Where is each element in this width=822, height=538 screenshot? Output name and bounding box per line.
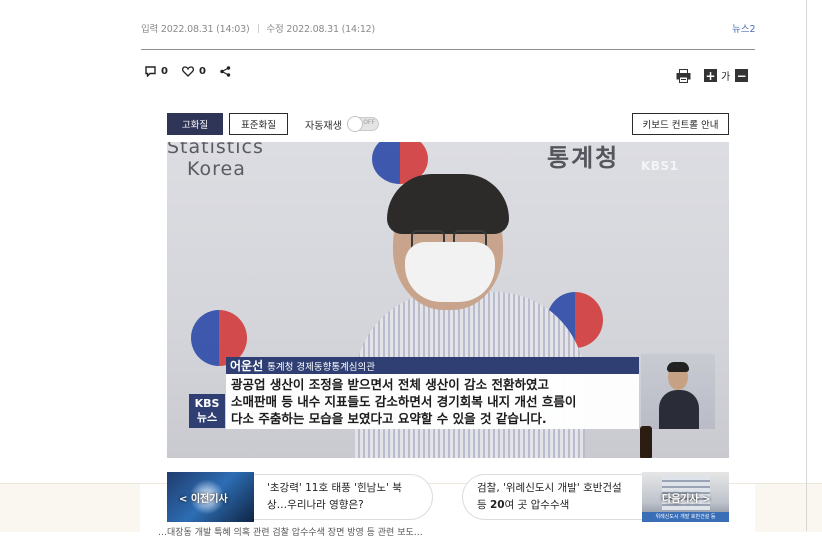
kbs-news-logo-top: KBS xyxy=(194,397,220,410)
prev-article[interactable]: < 이전기사 '초강력' 11호 태풍 '힌남노' 북상…우리나라 영향은? xyxy=(167,472,433,522)
comment-button[interactable]: 0 xyxy=(145,66,168,77)
heart-icon xyxy=(181,66,194,77)
next-article[interactable]: 검찰, '위례신도시 개발' 호반건설 등 20여 곳 압수수색 다음기사 > … xyxy=(462,472,729,522)
page-right-rule xyxy=(806,0,807,531)
broadcaster-logo: KBS1 xyxy=(641,159,679,173)
modified-date: 수정 2022.08.31 (14:12) xyxy=(266,24,376,35)
font-size-label: 가 xyxy=(721,72,731,83)
watermark-korea: Korea xyxy=(187,158,246,180)
prev-article-label: < 이전기사 xyxy=(179,494,228,505)
article-body-cut-text: …대장동 개발 특혜 의혹 관련 검찰 압수수색 장면 방영 등 관련 보도… xyxy=(158,528,423,538)
kbs-news-logo-bottom: 뉴스 xyxy=(196,411,218,424)
source-link[interactable]: 뉴스2 xyxy=(732,21,756,35)
speaker-mask xyxy=(405,242,495,302)
share-button[interactable] xyxy=(220,66,236,77)
next-article-title-box: 검찰, '위례신도시 개발' 호반건설 등 20여 곳 압수수색 xyxy=(462,474,642,520)
font-increase-button[interactable]: + xyxy=(704,69,717,82)
sign-language-interpreter xyxy=(641,354,715,429)
caption-name-bar: 어운선 통계청 경제동향통계심의관 xyxy=(226,357,639,374)
autoplay-toggle[interactable]: OFF xyxy=(346,116,379,132)
article-tools: + 가 − xyxy=(676,68,749,83)
comment-icon xyxy=(145,66,156,77)
like-button[interactable]: 0 xyxy=(181,66,206,77)
prev-article-title-box: '초강력' 11호 태풍 '힌남노' 북상…우리나라 영향은? xyxy=(254,474,433,520)
speaker-hair xyxy=(387,174,509,234)
toggle-knob xyxy=(346,116,363,132)
prev-article-title: '초강력' 11호 태풍 '힌남노' 북상…우리나라 영향은? xyxy=(267,482,402,511)
next-article-thumb-banner: 위례신도시 개발 호반건설 등 xyxy=(642,512,729,522)
video-player[interactable]: Statistics Korea 통계청 KBS1 어운선 통계청 경제동향통계… xyxy=(167,142,729,458)
meta-divider xyxy=(141,49,755,50)
comment-count: 0 xyxy=(161,66,168,77)
article-meta: 입력 2022.08.31 (14:03) 수정 2022.08.31 (14:1… xyxy=(141,21,375,35)
kbs-news-logo: KBS 뉴스 xyxy=(189,394,225,428)
watermark-agency: 통계청 xyxy=(547,144,620,172)
keyboard-help-button[interactable]: 키보드 컨트롤 안내 xyxy=(632,113,729,135)
water-bottle xyxy=(640,426,652,458)
next-article-title: 검찰, '위례신도시 개발' 호반건설 등 20여 곳 압수수색 xyxy=(477,482,622,511)
next-article-label: 다음기사 > xyxy=(662,494,711,505)
print-icon[interactable] xyxy=(676,68,691,83)
font-decrease-button[interactable]: − xyxy=(735,69,749,82)
caption-text: 광공업 생산이 조정을 받으면서 전체 생산이 감소 전환하였고 소매판매 등 … xyxy=(231,376,576,427)
player-controls: 고화질 표준화질 자동재생 OFF 키보드 컨트롤 안내 xyxy=(167,113,729,137)
speaker-title: 통계청 경제동향통계심의관 xyxy=(267,361,376,373)
watermark-statistics: Statistics xyxy=(167,142,264,158)
like-count: 0 xyxy=(198,66,206,77)
speaker-name: 어운선 xyxy=(230,359,264,373)
next-article-thumbnail: 다음기사 > 위례신도시 개발 호반건설 등 xyxy=(642,472,729,522)
prev-article-thumbnail: < 이전기사 xyxy=(167,472,254,522)
share-icon xyxy=(220,66,231,77)
autoplay-control: 자동재생 OFF xyxy=(305,113,379,135)
caption-line: 소매판매 등 내수 지표들도 감소하면서 경기회복 내지 개선 흐름이 xyxy=(231,394,577,409)
autoplay-state: OFF xyxy=(363,119,375,126)
article-actions: 0 0 xyxy=(145,66,250,77)
quality-standard-button[interactable]: 표준화질 xyxy=(229,113,288,135)
input-date: 입력 2022.08.31 (14:03) xyxy=(141,24,250,35)
autoplay-label: 자동재생 xyxy=(305,120,342,132)
caption-line: 광공업 생산이 조정을 받으면서 전체 생산이 감소 전환하였고 xyxy=(231,377,549,392)
caption-line: 다소 주춤하는 모습을 보였다고 요약할 수 있을 것 같습니다. xyxy=(231,411,547,426)
quality-high-button[interactable]: 고화질 xyxy=(167,113,223,135)
